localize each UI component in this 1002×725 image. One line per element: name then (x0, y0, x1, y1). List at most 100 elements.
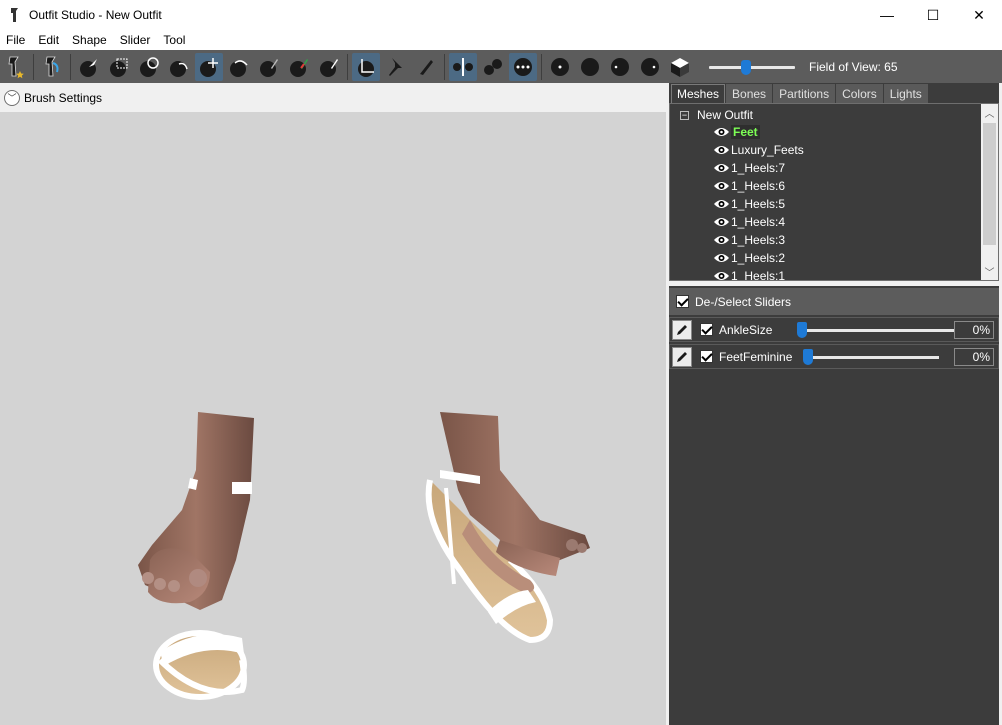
toolbar-separator (347, 53, 348, 80)
weight-brush-icon[interactable] (285, 53, 313, 81)
slider-thumb[interactable] (803, 348, 813, 365)
deselect-sliders-bar[interactable]: De-/Select Sliders (669, 288, 1002, 315)
show-wireframe-icon[interactable] (576, 53, 604, 81)
eye-icon[interactable] (713, 234, 730, 246)
mesh-item-heels-6[interactable]: 1_Heels:6 (713, 177, 785, 195)
deflate-brush-icon[interactable] (165, 53, 193, 81)
menu-slider[interactable]: Slider (114, 33, 158, 47)
slider-thumb[interactable] (797, 321, 807, 338)
move-brush-icon[interactable] (195, 52, 223, 81)
mesh-tree: − New Outfit Feet Luxury_Feets 1_Heels:7… (669, 103, 999, 281)
inflate-brush-icon[interactable] (135, 53, 163, 81)
select-brush-icon[interactable] (75, 53, 103, 81)
pencil-icon (677, 324, 687, 335)
horizontal-splitter[interactable] (669, 281, 1002, 286)
eye-icon[interactable] (713, 180, 730, 192)
mesh-item-label[interactable]: Feet (731, 125, 760, 139)
tree-scrollbar[interactable]: ︿ ﹀ (981, 104, 998, 280)
slider-value-field[interactable]: 0% (954, 347, 994, 366)
close-button[interactable]: ✕ (956, 0, 1002, 30)
eye-icon[interactable] (713, 198, 730, 210)
mesh-item-heels-4[interactable]: 1_Heels:4 (713, 213, 785, 231)
slider-row-anklesize: AnkleSize 0% (669, 317, 999, 342)
connected-only-icon[interactable] (479, 53, 507, 81)
toolbar-separator (33, 53, 34, 80)
mesh-item-heels-1[interactable]: 1_Heels:1 (713, 267, 785, 281)
mesh-item-label[interactable]: 1_Heels:4 (731, 215, 785, 229)
mesh-item-label[interactable]: 1_Heels:2 (731, 251, 785, 265)
color-brush-icon[interactable] (315, 53, 343, 81)
slider-control[interactable] (803, 348, 939, 365)
chevron-down-icon[interactable]: ﹀ (4, 89, 20, 106)
mesh-item-heels-7[interactable]: 1_Heels:7 (713, 159, 785, 177)
brush-settings-label[interactable]: Brush Settings (24, 91, 102, 105)
undiff-brush-icon[interactable] (255, 53, 283, 81)
show-masks-icon[interactable] (636, 53, 664, 81)
eye-icon[interactable] (713, 270, 730, 281)
eye-icon[interactable] (713, 216, 730, 228)
tree-root-label[interactable]: New Outfit (697, 108, 753, 122)
mesh-item-label[interactable]: 1_Heels:6 (731, 179, 785, 193)
tab-lights[interactable]: Lights (883, 84, 928, 103)
show-vertices-icon[interactable] (546, 53, 574, 81)
slider-name: FeetFeminine (719, 349, 793, 364)
minimize-button[interactable]: — (864, 0, 910, 30)
menu-file[interactable]: File (0, 33, 32, 47)
3d-viewport[interactable] (0, 112, 666, 725)
transform-tool-icon[interactable] (352, 52, 380, 81)
deselect-sliders-label[interactable]: De-/Select Sliders (695, 295, 791, 309)
eye-icon[interactable] (713, 126, 730, 138)
menu-edit[interactable]: Edit (32, 33, 66, 47)
scroll-down-icon[interactable]: ﹀ (981, 263, 998, 280)
mesh-item-label[interactable]: 1_Heels:3 (731, 233, 785, 247)
tab-bones[interactable]: Bones (726, 84, 773, 103)
field-of-view-thumb[interactable] (741, 59, 751, 75)
smooth-brush-icon[interactable] (225, 53, 253, 81)
collapse-icon[interactable]: − (680, 110, 689, 120)
mesh-item-label[interactable]: 1_Heels:1 (731, 269, 785, 280)
slider-checkbox[interactable] (700, 350, 713, 363)
eye-icon[interactable] (713, 162, 730, 174)
mesh-item-heels-5[interactable]: 1_Heels:5 (713, 195, 785, 213)
new-project-icon[interactable] (1, 53, 29, 81)
left-foot-model (138, 412, 254, 700)
deselect-sliders-checkbox[interactable] (676, 295, 689, 308)
mask-brush-icon[interactable] (105, 53, 133, 81)
mesh-item-heels-3[interactable]: 1_Heels:3 (713, 231, 785, 249)
menu-shape[interactable]: Shape (66, 33, 114, 47)
field-of-view-slider[interactable] (709, 59, 795, 75)
mesh-item-feet[interactable]: Feet (713, 123, 760, 141)
tab-meshes[interactable]: Meshes (671, 84, 726, 103)
slider-row-feetfeminine: FeetFeminine 0% (669, 344, 999, 369)
tree-root[interactable]: − New Outfit (680, 108, 753, 122)
eye-icon[interactable] (713, 144, 730, 156)
show-textures-icon[interactable] (666, 53, 694, 81)
scrollbar-thumb[interactable] (983, 123, 996, 245)
brush-settings-bar[interactable]: ﹀ Brush Settings (0, 83, 666, 112)
tab-colors[interactable]: Colors (836, 84, 883, 103)
mesh-item-label[interactable]: 1_Heels:7 (731, 161, 785, 175)
feet-model-render (138, 412, 590, 700)
pivot-tool-icon[interactable] (382, 53, 410, 81)
eye-icon[interactable] (713, 252, 730, 264)
lighting-icon[interactable] (606, 53, 634, 81)
mesh-item-luxury-feets[interactable]: Luxury_Feets (713, 141, 804, 159)
mesh-item-label[interactable]: 1_Heels:5 (731, 197, 785, 211)
title-bar: Outfit Studio - New Outfit — ☐ ✕ (0, 0, 1002, 30)
scroll-up-icon[interactable]: ︿ (981, 104, 998, 121)
toolbar-separator (541, 53, 542, 80)
x-mirror-icon[interactable] (449, 52, 477, 81)
mesh-item-heels-2[interactable]: 1_Heels:2 (713, 249, 785, 267)
edit-slider-button[interactable] (672, 319, 692, 340)
select-mesh-icon[interactable] (38, 53, 66, 81)
maximize-button[interactable]: ☐ (910, 0, 956, 30)
menu-tool[interactable]: Tool (157, 33, 192, 47)
slider-value-field[interactable]: 0% (954, 320, 994, 339)
slider-checkbox[interactable] (700, 323, 713, 336)
tab-partitions[interactable]: Partitions (773, 84, 836, 103)
mesh-item-label[interactable]: Luxury_Feets (731, 143, 804, 157)
global-brush-icon[interactable] (509, 52, 537, 81)
vertex-edit-icon[interactable] (412, 53, 440, 81)
slider-control[interactable] (797, 321, 955, 338)
edit-slider-button[interactable] (672, 346, 692, 367)
